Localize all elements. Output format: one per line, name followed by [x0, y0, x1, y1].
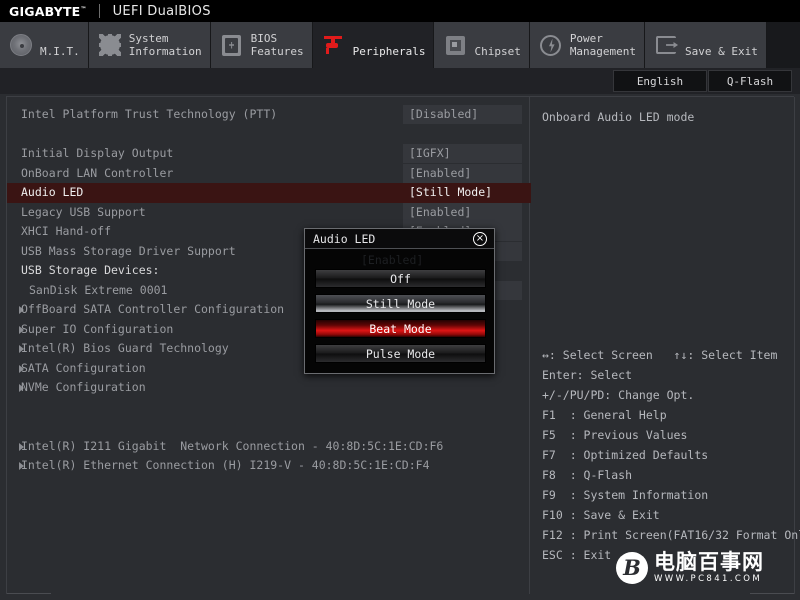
dialog-option[interactable]: Still Mode: [315, 294, 486, 313]
peripherals-icon: [321, 32, 347, 58]
settings-row-label: Super IO Configuration: [21, 322, 173, 337]
tab-mit[interactable]: M.I.T.: [0, 22, 89, 68]
settings-row-label: NVMe Configuration: [21, 380, 146, 395]
settings-row-label: SanDisk Extreme 0001: [29, 283, 167, 298]
settings-row-value[interactable]: [IGFX]: [403, 144, 522, 163]
settings-row-label: Legacy USB Support: [21, 205, 146, 220]
settings-row-label: OffBoard SATA Controller Configuration: [21, 302, 284, 317]
close-icon[interactable]: ×: [473, 232, 487, 246]
settings-spacer: [7, 417, 531, 437]
key-legend-line: F7 : Optimized Defaults: [542, 445, 792, 465]
tab-label: Peripherals: [353, 33, 426, 58]
language-button[interactable]: English: [613, 70, 707, 92]
settings-row[interactable]: Intel(R) Ethernet Connection (H) I219-V …: [7, 456, 531, 476]
dialog-option-list: Off Still Mode Beat Mode Pulse Mode: [315, 269, 486, 369]
trademark-glyph: ™: [80, 5, 86, 12]
audio-led-dialog: Audio LED × [Enabled] Off Still Mode Beat …: [304, 228, 495, 374]
dialog-option-label: Still Mode: [316, 297, 485, 311]
settings-row-label: Intel(R) I211 Gigabit Network Connection…: [21, 439, 443, 454]
key-legend: ↔: Select Screen ↑↓: Select ItemEnter: S…: [542, 345, 792, 565]
settings-row[interactable]: OnBoard LAN Controller [Enabled]: [7, 164, 531, 184]
key-legend-line: Enter: Select: [542, 365, 792, 385]
bios-chip-icon: [219, 32, 245, 58]
bios-setup-screen: GIGABYTE™ UEFI DualBIOS M.I.T. System In…: [0, 0, 800, 600]
utility-bar: English Q-Flash: [0, 68, 800, 94]
tab-label: Power Management: [570, 32, 636, 58]
tab-save-and-exit[interactable]: Save & Exit: [645, 22, 767, 68]
settings-row-label: Intel Platform Trust Technology (PTT): [21, 107, 277, 122]
exit-door-icon: [653, 32, 679, 58]
settings-row-label: Initial Display Output: [21, 146, 173, 161]
watermark-logo-icon: B: [616, 552, 648, 584]
tab-label: System Information: [129, 32, 202, 58]
tab-bios-features[interactable]: BIOS Features: [211, 22, 313, 68]
site-watermark: B 电脑百事网 WWW.PC841.COM: [616, 546, 796, 590]
key-legend-line: F10 : Save & Exit: [542, 505, 792, 525]
key-legend-line: ↔: Select Screen ↑↓: Select Item: [542, 345, 792, 365]
settings-row-value[interactable]: [Disabled]: [403, 105, 522, 124]
watermark-name: 电脑百事网: [654, 551, 764, 573]
settings-row[interactable]: Intel(R) I211 Gigabit Network Connection…: [7, 437, 531, 457]
watermark-url: WWW.PC841.COM: [654, 573, 764, 585]
chipset-icon: [442, 32, 468, 58]
settings-row-value[interactable]: [Still Mode]: [403, 183, 522, 202]
settings-row-label: USB Storage Devices:: [21, 263, 159, 278]
tab-power-management[interactable]: Power Management: [530, 22, 645, 68]
dialog-ghost-text: [Enabled]: [361, 253, 423, 267]
settings-row[interactable]: NVMe Configuration: [7, 378, 531, 398]
brand-bar: GIGABYTE™ UEFI DualBIOS: [0, 0, 800, 22]
settings-row-value[interactable]: [Enabled]: [403, 203, 522, 222]
gear-icon: [97, 32, 123, 58]
tab-peripherals[interactable]: Peripherals: [313, 22, 435, 68]
power-bolt-icon: [538, 32, 564, 58]
dialog-option[interactable]: Beat Mode: [315, 319, 486, 338]
brand-divider: [99, 4, 100, 18]
key-legend-line: F5 : Previous Values: [542, 425, 792, 445]
dialog-option-label: Beat Mode: [316, 322, 485, 336]
key-legend-line: F1 : General Help: [542, 405, 792, 425]
settings-row-label: Intel(R) Ethernet Connection (H) I219-V …: [21, 458, 430, 473]
tab-label: Save & Exit: [685, 33, 758, 58]
dialog-title-bar: Audio LED ×: [305, 229, 494, 249]
key-legend-line: F12 : Print Screen(FAT16/32 Format Only): [542, 525, 792, 545]
key-legend-line: +/-/PU/PD: Change Opt.: [542, 385, 792, 405]
settings-row-value[interactable]: [Enabled]: [403, 164, 522, 183]
tab-system-information[interactable]: System Information: [89, 22, 211, 68]
dialog-option-label: Pulse Mode: [316, 347, 485, 361]
tab-label: BIOS Features: [251, 32, 304, 58]
settings-row[interactable]: Intel Platform Trust Technology (PTT) [Di…: [7, 105, 531, 125]
main-tab-strip: M.I.T. System Information BIOS Features …: [0, 22, 800, 68]
dialog-option[interactable]: Pulse Mode: [315, 344, 486, 363]
qflash-button[interactable]: Q-Flash: [708, 70, 792, 92]
settings-row[interactable]: Initial Display Output [IGFX]: [7, 144, 531, 164]
key-legend-line: F9 : System Information: [542, 485, 792, 505]
key-legend-line: F8 : Q-Flash: [542, 465, 792, 485]
dialog-title: Audio LED: [313, 232, 375, 246]
settings-row-label: Intel(R) Bios Guard Technology: [21, 341, 229, 356]
tab-chipset[interactable]: Chipset: [434, 22, 529, 68]
tab-label: M.I.T.: [40, 33, 80, 58]
settings-row[interactable]: Legacy USB Support [Enabled]: [7, 203, 531, 223]
dialog-option[interactable]: Off: [315, 269, 486, 288]
settings-spacer: [7, 398, 531, 418]
settings-row-label: USB Mass Storage Driver Support: [21, 244, 236, 259]
dialog-option-label: Off: [316, 272, 485, 286]
gigabyte-logo: GIGABYTE™: [0, 4, 87, 19]
brand-subtitle: UEFI DualBIOS: [113, 4, 211, 19]
tab-label: Chipset: [474, 33, 520, 58]
settings-spacer: [7, 125, 531, 145]
settings-row-label: OnBoard LAN Controller: [21, 166, 173, 181]
settings-row[interactable]: Audio LED [Still Mode]: [7, 183, 531, 203]
settings-row-label: Audio LED: [21, 185, 83, 200]
gauge-icon: [8, 32, 34, 58]
settings-row-label: XHCI Hand-off: [21, 224, 111, 239]
settings-row-label: SATA Configuration: [21, 361, 146, 376]
help-description: Onboard Audio LED mode: [542, 109, 786, 125]
help-panel: Onboard Audio LED mode ↔: Select Screen …: [531, 97, 794, 594]
